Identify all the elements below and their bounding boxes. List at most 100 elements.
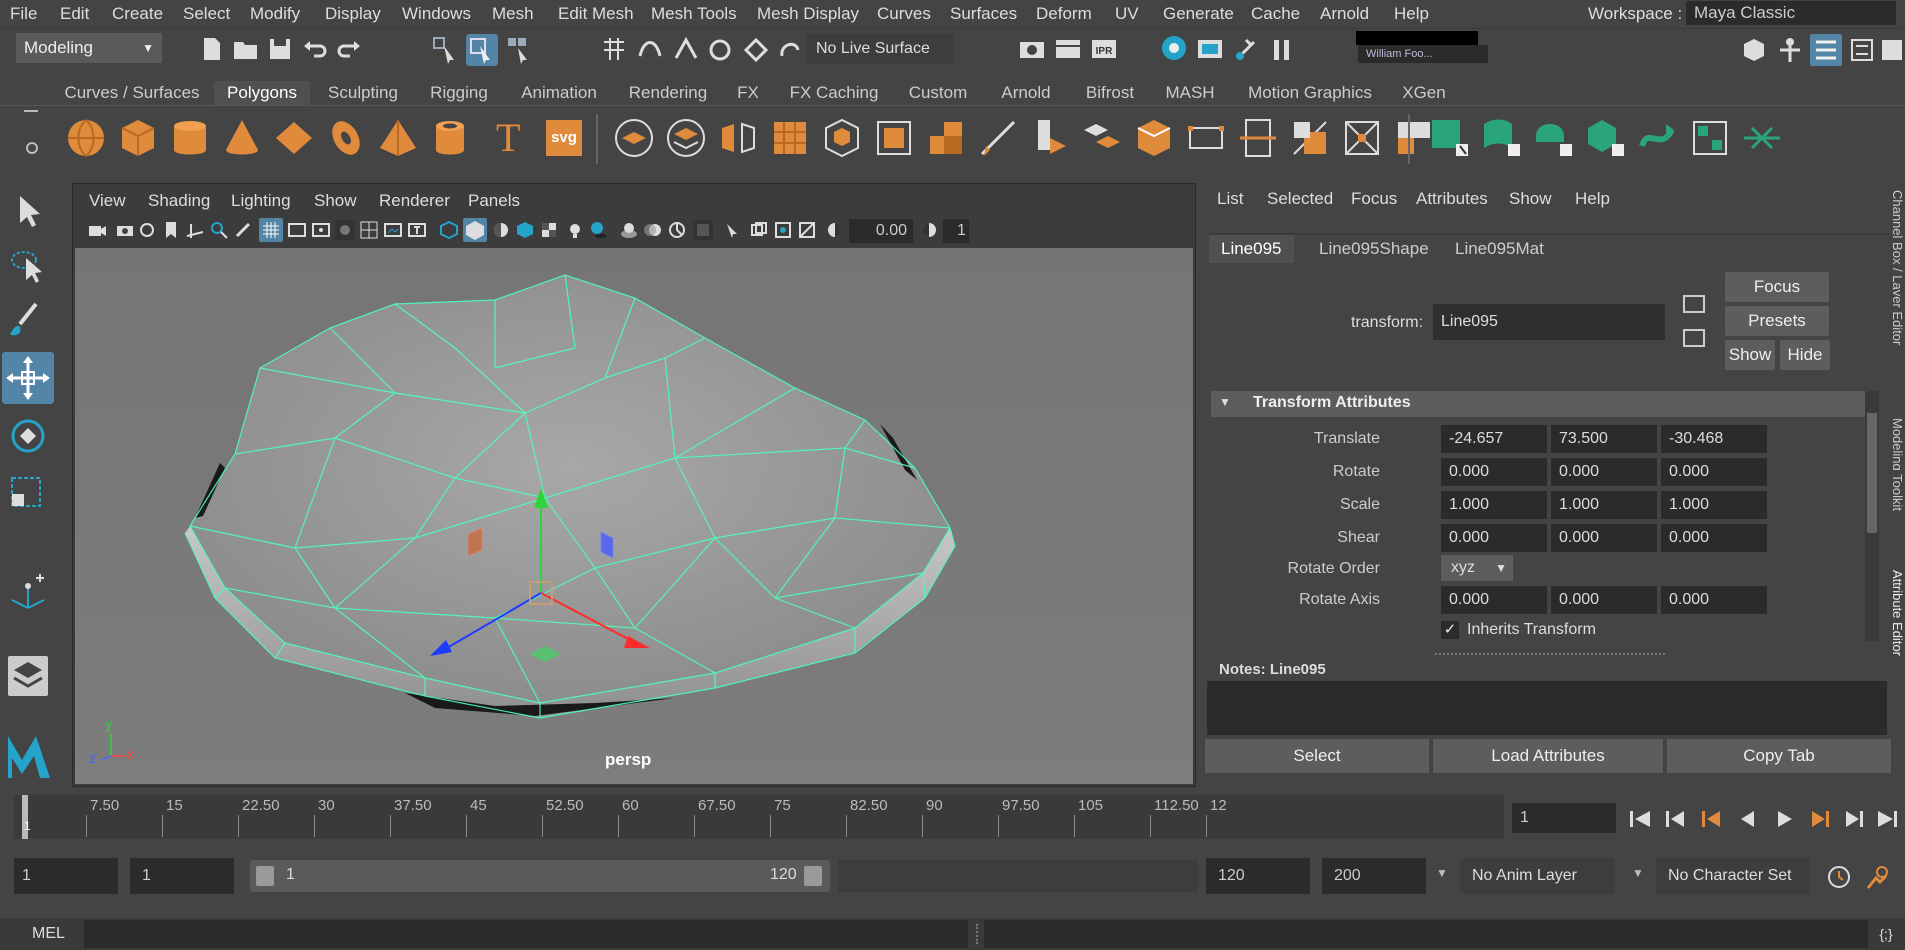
- rotate-axis-z-field[interactable]: 0.000: [1661, 586, 1767, 614]
- panel-menu-shading[interactable]: Shading: [148, 191, 210, 211]
- arnold-render-icon[interactable]: [1232, 36, 1260, 64]
- menu-create[interactable]: Create: [112, 4, 163, 24]
- menu-edit[interactable]: Edit: [60, 4, 89, 24]
- select-camera-icon[interactable]: [87, 220, 107, 240]
- motion-blur-icon[interactable]: [643, 220, 663, 240]
- panel-menu-lighting[interactable]: Lighting: [231, 191, 291, 211]
- rotate-y-field[interactable]: 0.000: [1551, 458, 1657, 486]
- shear-z-field[interactable]: 0.000: [1661, 524, 1767, 552]
- rotate-z-field[interactable]: 0.000: [1661, 458, 1767, 486]
- gate-mask-icon[interactable]: [335, 220, 355, 240]
- uv-spherical-icon[interactable]: [1532, 116, 1576, 160]
- scale-tool-icon[interactable]: [6, 468, 50, 512]
- shadows-icon[interactable]: [589, 220, 609, 240]
- chevron-down-icon[interactable]: ▼: [1436, 866, 1448, 880]
- rotate-order-dropdown[interactable]: xyz ▼: [1441, 555, 1513, 581]
- select-input-icon[interactable]: [1683, 295, 1705, 313]
- select-tool-icon[interactable]: [6, 190, 50, 234]
- modeling-toolkit-icon[interactable]: [1776, 36, 1804, 64]
- merge-icon[interactable]: [1288, 116, 1332, 160]
- show-button[interactable]: Show: [1725, 340, 1775, 370]
- pause-icon[interactable]: [1268, 36, 1296, 64]
- scale-x-field[interactable]: 1.000: [1441, 491, 1547, 519]
- rotate-tool-icon[interactable]: [6, 414, 50, 458]
- splitter-handle[interactable]: [1435, 653, 1665, 655]
- time-slider[interactable]: 1 7.50 15 22.50 30 37.50 45 52.50 60 67.50 75 82.5…: [14, 795, 1504, 839]
- insert-edge-loop-icon[interactable]: [1236, 116, 1280, 160]
- panel-menu-view[interactable]: View: [89, 191, 126, 211]
- ae-tab-line095mat[interactable]: Line095Mat: [1443, 235, 1556, 263]
- snap-curve-icon[interactable]: [636, 36, 664, 64]
- move-tool-icon[interactable]: [2, 352, 54, 404]
- menu-cache[interactable]: Cache: [1251, 4, 1300, 24]
- auto-key-icon[interactable]: [1826, 864, 1852, 890]
- select-component-icon[interactable]: [506, 36, 534, 64]
- poly-cylinder-icon[interactable]: [168, 116, 212, 160]
- grease-pencil-icon[interactable]: [233, 220, 253, 240]
- use-all-lights-icon[interactable]: [565, 220, 585, 240]
- anim-layer-dropdown[interactable]: No Anim Layer: [1460, 858, 1614, 894]
- select-object-icon[interactable]: [466, 34, 498, 66]
- rotate-axis-x-field[interactable]: 0.000: [1441, 586, 1547, 614]
- smooth-icon[interactable]: [768, 116, 812, 160]
- redo-icon[interactable]: [336, 36, 364, 64]
- shelf-settings-gear-icon[interactable]: [26, 142, 38, 154]
- side-tab-attribute-editor[interactable]: Attribute Editor: [1893, 570, 1905, 670]
- snap-view-plane-icon[interactable]: [706, 36, 734, 64]
- live-surface-field[interactable]: No Live Surface: [806, 34, 954, 64]
- range-slider-end-handle[interactable]: [804, 866, 822, 886]
- command-input[interactable]: [84, 920, 968, 948]
- go-to-end-icon[interactable]: [1878, 811, 1897, 827]
- notes-textarea[interactable]: [1207, 681, 1887, 735]
- select-output-icon[interactable]: [1683, 329, 1705, 347]
- textured-icon[interactable]: [539, 220, 559, 240]
- 3d-scene-view[interactable]: y x z persp: [75, 248, 1193, 784]
- shelf-tab-fx-caching[interactable]: FX Caching: [786, 81, 882, 105]
- menu-curves[interactable]: Curves: [877, 4, 931, 24]
- show-manipulator-tool-icon[interactable]: [6, 570, 50, 614]
- exposure-icon[interactable]: [825, 220, 845, 240]
- step-forward-key-icon[interactable]: [1846, 811, 1863, 827]
- poly-pyramid-icon[interactable]: [376, 116, 420, 160]
- side-tab-modeling-toolkit[interactable]: Modeling Toolkit: [1893, 418, 1905, 558]
- shelf-tab-curves-surfaces[interactable]: Curves / Surfaces: [60, 81, 204, 105]
- side-tab-channel-box[interactable]: Channel Box / Layer Editor: [1893, 190, 1905, 430]
- play-backwards-icon[interactable]: [1741, 811, 1754, 827]
- channel-box-toggle-icon[interactable]: [1880, 36, 1905, 64]
- safe-action-icon[interactable]: [383, 220, 403, 240]
- shear-y-field[interactable]: 0.000: [1551, 524, 1657, 552]
- poly-cube-icon[interactable]: [116, 116, 160, 160]
- depth-of-field-icon[interactable]: [693, 220, 713, 240]
- character-set-dropdown[interactable]: No Character Set: [1656, 858, 1810, 894]
- gamma-field[interactable]: 1: [943, 219, 969, 243]
- remesh-icon[interactable]: [872, 116, 916, 160]
- ae-menu-focus[interactable]: Focus: [1351, 189, 1397, 209]
- menu-help[interactable]: Help: [1394, 4, 1429, 24]
- play-forwards-icon[interactable]: [1778, 811, 1792, 827]
- menu-uv[interactable]: UV: [1115, 4, 1139, 24]
- ae-menu-selected[interactable]: Selected: [1267, 189, 1333, 209]
- scale-y-field[interactable]: 1.000: [1551, 491, 1657, 519]
- chevron-down-icon[interactable]: ▼: [1632, 866, 1644, 880]
- wireframe-on-shaded-icon[interactable]: [515, 220, 535, 240]
- multi-cut-icon[interactable]: [976, 116, 1020, 160]
- xray-joints-icon[interactable]: [773, 220, 793, 240]
- command-splitter[interactable]: [976, 924, 980, 944]
- presets-button[interactable]: Presets: [1725, 306, 1829, 336]
- shelf-tab-fx[interactable]: FX: [728, 81, 768, 105]
- shelf-tab-rendering[interactable]: Rendering: [624, 81, 712, 105]
- current-frame-field[interactable]: 1: [1512, 803, 1616, 833]
- poly-svg-icon[interactable]: svg: [542, 116, 586, 160]
- ae-menu-list[interactable]: List: [1217, 189, 1243, 209]
- camera-attributes-icon[interactable]: [115, 220, 135, 240]
- 2d-pan-zoom-icon[interactable]: [209, 220, 229, 240]
- paint-select-tool-icon[interactable]: [6, 298, 50, 342]
- ae-menu-show[interactable]: Show: [1509, 189, 1552, 209]
- shelf-menu-icon[interactable]: [24, 110, 38, 112]
- ae-menu-attributes[interactable]: Attributes: [1416, 189, 1488, 209]
- transform-attributes-header[interactable]: ▼ Transform Attributes: [1211, 391, 1871, 417]
- menu-modify[interactable]: Modify: [250, 4, 300, 24]
- step-back-key-icon[interactable]: [1666, 811, 1684, 827]
- menu-arnold[interactable]: Arnold: [1320, 4, 1369, 24]
- select-button[interactable]: Select: [1205, 739, 1429, 773]
